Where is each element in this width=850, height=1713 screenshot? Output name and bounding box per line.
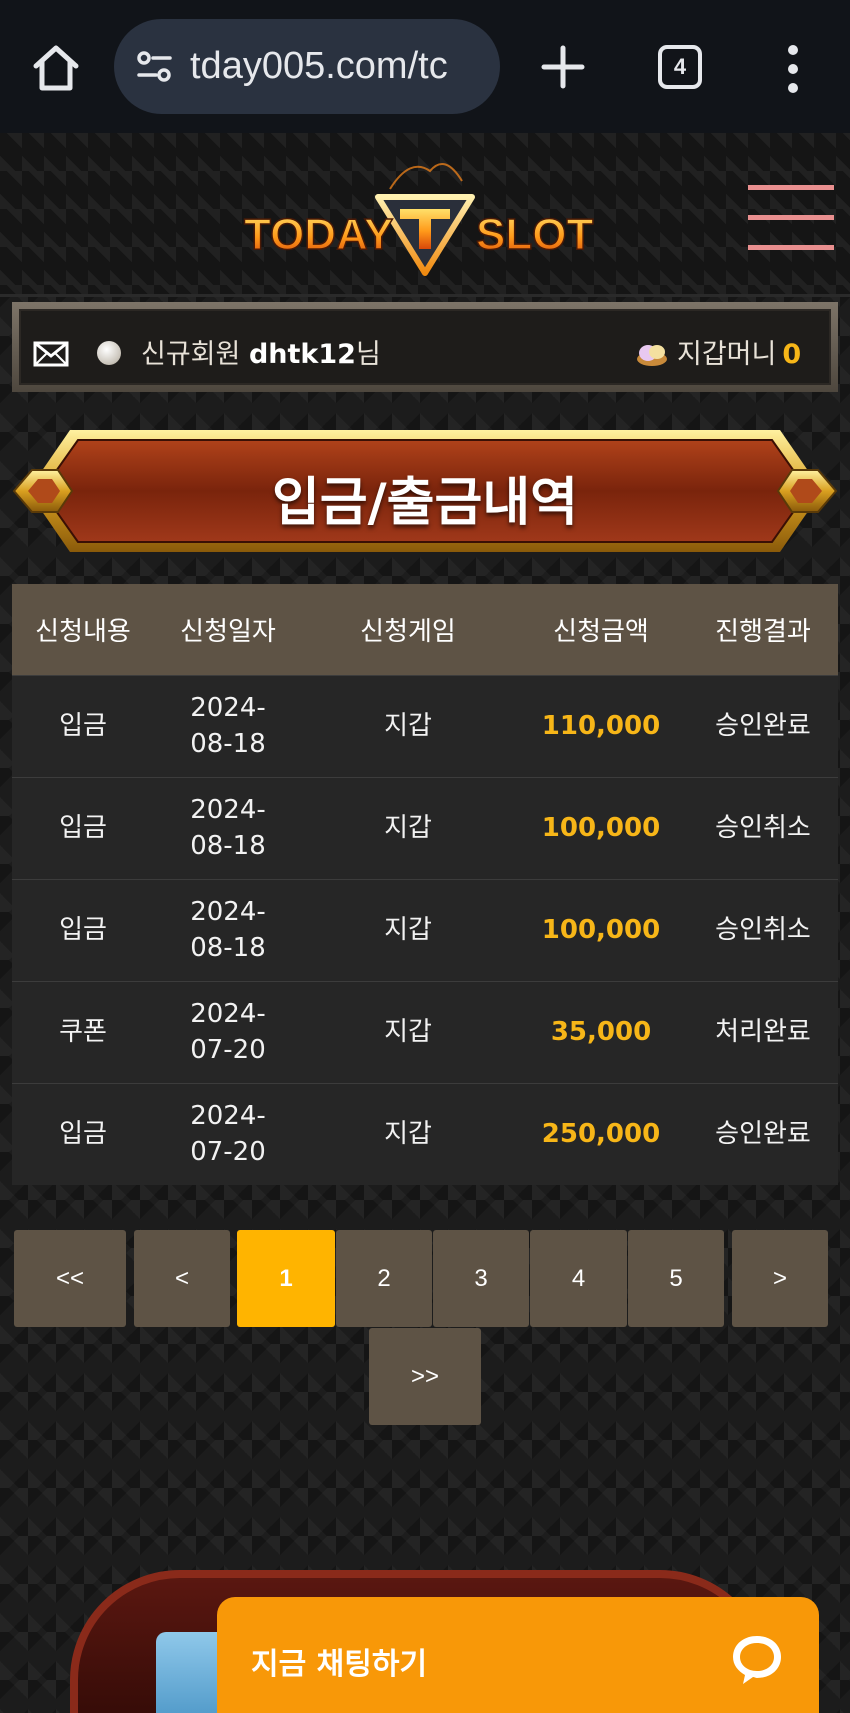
live-chat-button[interactable]: 지금 채팅하기 bbox=[217, 1597, 819, 1713]
cell-type: 입금 bbox=[12, 674, 154, 777]
pagination-page-4[interactable]: 4 bbox=[530, 1230, 627, 1327]
column-header-date: 신청일자 bbox=[154, 584, 302, 675]
cell-status: 승인취소 bbox=[688, 776, 838, 879]
table-row: 입금 2024-08-18 지갑 110,000 승인완료 bbox=[12, 674, 838, 777]
column-header-status: 진행결과 bbox=[688, 584, 838, 675]
table-row: 입금 2024-07-20 지갑 250,000 승인완료 bbox=[12, 1082, 838, 1185]
wallet-amount: 0 bbox=[782, 339, 802, 370]
cell-amount: 250,000 bbox=[514, 1082, 688, 1185]
cell-game: 지갑 bbox=[302, 674, 514, 777]
logo-text-right: SLOT bbox=[476, 210, 593, 259]
cell-game: 지갑 bbox=[302, 776, 514, 879]
member-level-label: 신규회원 bbox=[141, 339, 241, 370]
table-row: 쿠폰 2024-07-20 지갑 35,000 처리완료 bbox=[12, 980, 838, 1083]
site-settings-icon[interactable] bbox=[136, 49, 174, 85]
pagination-page-3[interactable]: 3 bbox=[433, 1230, 529, 1327]
page-title: 입금/출금내역 bbox=[271, 473, 579, 533]
home-icon[interactable] bbox=[28, 40, 84, 96]
table-header-row: 신청내용 신청일자 신청게임 신청금액 진행결과 bbox=[12, 584, 838, 675]
username: dhtk12 bbox=[248, 339, 356, 370]
chat-bubble-icon bbox=[733, 1636, 781, 1684]
browser-toolbar: tday005.com/tc 4 bbox=[0, 0, 850, 133]
member-level-icon bbox=[97, 341, 121, 365]
table-row: 입금 2024-08-18 지갑 100,000 승인취소 bbox=[12, 776, 838, 879]
cell-type: 쿠폰 bbox=[12, 980, 154, 1083]
more-options-icon[interactable] bbox=[784, 44, 802, 94]
tab-switcher-button[interactable]: 4 bbox=[658, 45, 702, 89]
pagination-next-button[interactable]: > bbox=[732, 1230, 828, 1327]
site-logo[interactable]: TODAY SLOT bbox=[240, 151, 610, 279]
pagination-page-2[interactable]: 2 bbox=[336, 1230, 432, 1327]
cell-status: 처리완료 bbox=[688, 980, 838, 1083]
cell-amount: 100,000 bbox=[514, 776, 688, 879]
wallet-money-icon bbox=[637, 345, 667, 366]
column-header-type: 신청내용 bbox=[12, 584, 154, 675]
pagination: << < 1 2 3 4 5 > >> bbox=[0, 1228, 850, 1428]
table-row: 입금 2024-08-18 지갑 100,000 승인취소 bbox=[12, 878, 838, 981]
cell-date: 2024-08-18 bbox=[154, 776, 302, 879]
pagination-page-1[interactable]: 1 bbox=[237, 1230, 335, 1327]
pagination-prev-button[interactable]: < bbox=[134, 1230, 230, 1327]
cell-date: 2024-07-20 bbox=[154, 1082, 302, 1185]
url-text[interactable]: tday005.com/tc bbox=[190, 45, 490, 89]
cell-date: 2024-07-20 bbox=[154, 980, 302, 1083]
cell-status: 승인취소 bbox=[688, 878, 838, 981]
cell-amount: 110,000 bbox=[514, 674, 688, 777]
new-tab-icon[interactable] bbox=[538, 42, 588, 92]
cell-game: 지갑 bbox=[302, 1082, 514, 1185]
logo-text-left: TODAY bbox=[244, 210, 393, 259]
address-bar[interactable]: tday005.com/tc bbox=[114, 19, 500, 114]
cell-type: 입금 bbox=[12, 776, 154, 879]
cell-amount: 100,000 bbox=[514, 878, 688, 981]
member-greeting: 신규회원 dhtk12님 bbox=[141, 332, 381, 371]
cell-date: 2024-08-18 bbox=[154, 878, 302, 981]
wallet-label: 지갑머니 bbox=[677, 339, 777, 370]
site-header: TODAY SLOT bbox=[0, 133, 850, 297]
cell-type: 입금 bbox=[12, 878, 154, 981]
cell-status: 승인완료 bbox=[688, 1082, 838, 1185]
column-header-game: 신청게임 bbox=[302, 584, 514, 675]
mail-icon[interactable] bbox=[33, 341, 69, 367]
deposit-withdraw-history-table: 신청내용 신청일자 신청게임 신청금액 진행결과 입금 2024-08-18 지… bbox=[12, 584, 838, 1185]
pagination-page-5[interactable]: 5 bbox=[628, 1230, 724, 1327]
cell-type: 입금 bbox=[12, 1082, 154, 1185]
cell-date: 2024-08-18 bbox=[154, 674, 302, 777]
honorific: 님 bbox=[355, 339, 381, 370]
page-title-banner: 입금/출금내역 bbox=[10, 424, 840, 558]
pagination-first-button[interactable]: << bbox=[14, 1230, 126, 1327]
hamburger-menu-icon[interactable] bbox=[748, 185, 834, 251]
chat-label: 지금 채팅하기 bbox=[251, 1647, 428, 1682]
column-header-amount: 신청금액 bbox=[514, 584, 688, 675]
pagination-last-button[interactable]: >> bbox=[369, 1328, 481, 1425]
cell-status: 승인완료 bbox=[688, 674, 838, 777]
wallet-balance: 지갑머니 0 bbox=[677, 332, 801, 371]
cell-game: 지갑 bbox=[302, 980, 514, 1083]
user-info-bar: 신규회원 dhtk12님 지갑머니 0 bbox=[12, 302, 838, 392]
cell-game: 지갑 bbox=[302, 878, 514, 981]
cell-amount: 35,000 bbox=[514, 980, 688, 1083]
